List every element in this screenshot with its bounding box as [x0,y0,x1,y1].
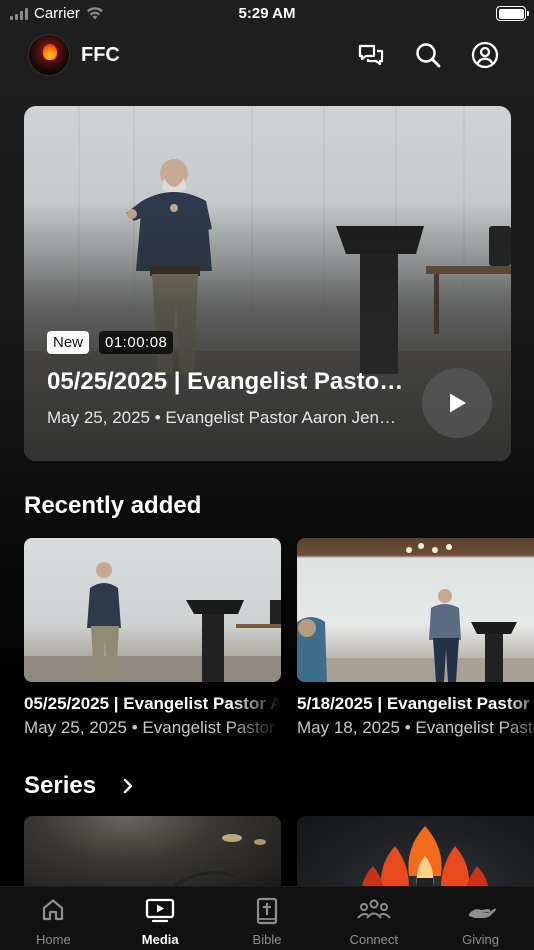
hero-title: 05/25/2025 | Evangelist Pastor Aaron Jen… [47,368,407,395]
sermon-thumbnail-image [24,562,281,682]
status-time: 5:29 AM [238,5,296,22]
tab-label: Connect [349,932,398,947]
status-bar: Carrier 5:29 AM [0,0,534,28]
hero-subtitle: May 25, 2025 • Evangelist Pastor Aaron J… [47,408,397,427]
tab-label: Home [36,932,71,947]
app-screen: Carrier 5:29 AM FFC New 01:00:08 05/25/2… [0,0,534,950]
play-button[interactable] [422,368,492,438]
media-thumbnail [297,538,534,682]
series-card[interactable] [297,816,534,896]
chevron-right-icon[interactable] [122,778,134,794]
battery-icon [496,6,529,21]
media-card[interactable]: 5/18/2025 | Evangelist Pastor Aaron Jenn… [297,538,534,738]
tab-label: Media [141,932,179,947]
bible-icon [256,897,278,925]
series-heading[interactable]: Series [24,772,96,800]
sermon-thumbnail-image [297,543,534,682]
duration-badge: 01:00:08 [99,331,174,354]
app-header: FFC [0,32,534,78]
home-icon [43,899,64,921]
people-icon [357,899,391,919]
media-card-subtitle: May 25, 2025 • Evangelist Pastor Aaron J… [24,718,281,737]
church-logo [28,34,70,76]
app-name: FFC [81,44,120,66]
series-thumbnail [173,834,266,888]
media-thumbnail [24,538,281,682]
media-card[interactable]: 05/25/2025 | Evangelist Pastor Aaron Jen… [24,538,281,738]
media-card-title: 05/25/2025 | Evangelist Pastor Aaron Jen… [24,694,281,713]
media-card-subtitle: May 18, 2025 • Evangelist Pastor Aaron J… [297,718,534,737]
flame-logo-image [361,826,489,896]
media-card-title: 5/18/2025 | Evangelist Pastor Aaron Jenn… [297,694,534,713]
featured-video-card[interactable]: New 01:00:08 05/25/2025 | Evangelist Pas… [24,106,511,461]
tv-play-icon [146,898,175,923]
tab-giving[interactable]: Giving [427,887,534,950]
giving-hand-icon [468,908,496,918]
new-badge: New [47,331,90,354]
tab-connect[interactable]: Connect [320,887,427,950]
chat-icon[interactable] [357,41,385,69]
search-icon[interactable] [414,41,442,69]
tab-media[interactable]: Media [107,887,214,950]
play-icon [450,393,466,413]
bottom-tab-bar: Home Media Bible Connect Giving [0,886,534,950]
recently-added-heading: Recently added [24,492,202,519]
tab-home[interactable]: Home [0,887,107,950]
tab-bible[interactable]: Bible [214,887,321,950]
series-card[interactable] [24,816,281,896]
profile-icon[interactable] [471,41,499,69]
tab-label: Bible [252,932,282,947]
tab-label: Giving [462,932,500,947]
